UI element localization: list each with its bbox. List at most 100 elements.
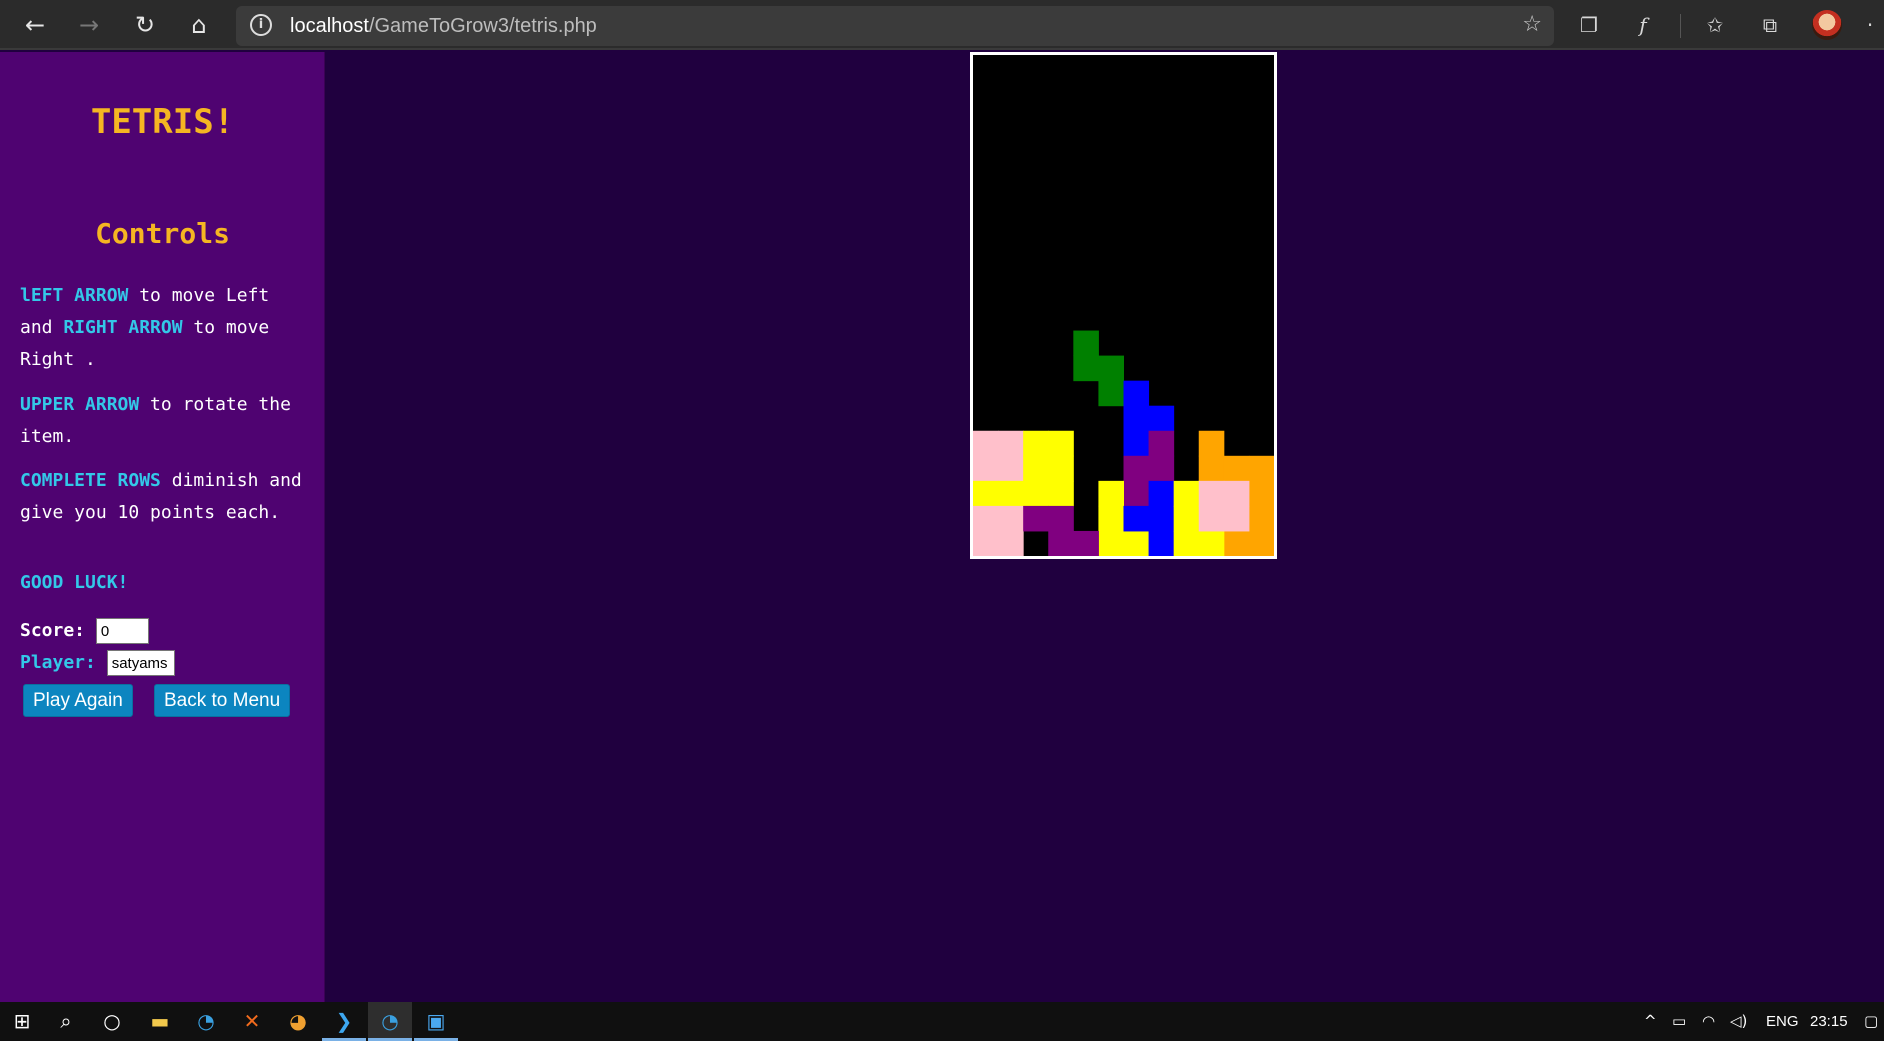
board-cell-yellow [1098, 480, 1124, 507]
board-cell-pink [973, 530, 999, 556]
board-cell-blue [1148, 505, 1175, 532]
board-cell-green [1073, 330, 1099, 357]
url-text[interactable]: localhost/GameToGrow3/tetris.php [290, 15, 597, 38]
board-cell-orange [1223, 455, 1250, 482]
board-grid [973, 330, 1274, 556]
board-cell-pink [998, 530, 1024, 556]
refresh-icon[interactable]: ↻ [128, 8, 162, 42]
instruction-key: COMPLETE ROWS [20, 470, 161, 491]
board-cell-yellow [1173, 530, 1200, 556]
edge-dev-icon[interactable]: ◔ [368, 1002, 412, 1041]
collections-icon[interactable]: ⧉ [1755, 10, 1785, 40]
edge-icon[interactable]: ◔ [184, 1002, 228, 1041]
board-cell-purple [1073, 530, 1099, 556]
board-cell-purple [1148, 430, 1175, 457]
board-cell-yellow [1198, 530, 1225, 556]
language-indicator[interactable]: ENG [1766, 1002, 1799, 1041]
board-cell-blue [1148, 530, 1175, 556]
clock[interactable]: 23:15 [1810, 1002, 1848, 1041]
cortana-icon[interactable]: ○ [90, 1002, 134, 1041]
url-path: /GameToGrow3/tetris.php [368, 15, 597, 37]
windows-start-icon[interactable]: ⊞ [0, 1002, 44, 1041]
instruction-move: lEFT ARROW to move Left and RIGHT ARROW … [20, 280, 310, 376]
controls-heading: Controls [95, 217, 230, 250]
address-bar[interactable]: i localhost/GameToGrow3/tetris.php ☆ [236, 6, 1554, 46]
more-icon[interactable]: · [1860, 10, 1880, 40]
vscode-icon[interactable]: ❯ [322, 1002, 366, 1041]
sidebar: TETRIS! Controls lEFT ARROW to move Left… [0, 52, 325, 1002]
board-cell-pink [998, 505, 1024, 532]
board-cell-pink [1198, 505, 1225, 532]
board-cell-orange [1248, 480, 1274, 507]
board-cell-pink [1198, 480, 1225, 507]
score-input[interactable] [95, 618, 149, 644]
board-cell-purple [1023, 505, 1049, 532]
board-cell-purple [1123, 480, 1150, 507]
photos-icon[interactable]: ▣ [414, 1002, 458, 1041]
board-cell-yellow [1023, 480, 1049, 507]
toolbar-separator [1680, 14, 1681, 38]
extension-icon[interactable]: ❐ [1574, 10, 1604, 40]
instruction-rotate: UPPER ARROW to rotate the item. [20, 389, 310, 453]
board-cell-green [1073, 355, 1099, 382]
instruction-rows: COMPLETE ROWS diminish and give you 10 p… [20, 465, 310, 529]
home-icon[interactable]: ⌂ [182, 8, 216, 42]
favorites-icon[interactable]: ✩ [1700, 10, 1730, 40]
board-cell-blue [1148, 405, 1175, 432]
board-cell-blue [1123, 380, 1150, 407]
board-cell-yellow [1098, 505, 1124, 532]
url-host: localhost [290, 15, 369, 37]
board-cell-yellow [1048, 455, 1074, 482]
info-icon[interactable]: i [250, 14, 272, 36]
board-cell-orange [1248, 505, 1274, 532]
board-cell-pink [1223, 480, 1250, 507]
play-again-button[interactable]: Play Again [23, 684, 133, 717]
tetris-board[interactable] [970, 52, 1277, 559]
board-cell-yellow [1123, 530, 1150, 556]
board-cell-orange [1248, 530, 1274, 556]
board-cell-orange [1198, 430, 1225, 457]
forward-arrow-icon[interactable]: → [72, 8, 106, 42]
profile-avatar[interactable] [1812, 10, 1842, 40]
player-input[interactable] [106, 650, 175, 676]
board-cell-blue [1123, 430, 1150, 457]
battery-icon[interactable]: ▭ [1672, 1002, 1686, 1041]
board-cell-pink [973, 430, 999, 457]
browser-toolbar: ← → ↻ ⌂ i localhost/GameToGrow3/tetris.p… [0, 0, 1884, 50]
file-explorer-icon[interactable]: ▬ [138, 1002, 182, 1041]
board-cell-yellow [973, 480, 999, 507]
font-extension-icon[interactable]: f [1628, 10, 1658, 40]
board-cell-green [1098, 355, 1124, 382]
wifi-icon[interactable]: ◠ [1702, 1002, 1715, 1041]
star-icon[interactable]: ☆ [1522, 12, 1542, 37]
back-arrow-icon[interactable]: ← [18, 8, 52, 42]
board-cell-orange [1223, 530, 1250, 556]
xampp-icon[interactable]: ✕ [230, 1002, 274, 1041]
board-cell-blue [1123, 505, 1150, 532]
instruction-key: RIGHT ARROW [63, 317, 183, 338]
notification-icon[interactable]: ▢ [1864, 1002, 1878, 1041]
board-cell-purple [1123, 455, 1150, 482]
tray-chevron-icon[interactable]: ^ [1644, 1002, 1657, 1041]
board-cell-pink [973, 505, 999, 532]
board-cell-yellow [1098, 530, 1124, 556]
board-cell-yellow [1048, 480, 1074, 507]
board-cell-blue [1123, 405, 1150, 432]
game-title: TETRIS! [90, 102, 235, 142]
volume-icon[interactable]: ◁) [1730, 1002, 1747, 1041]
board-cell-orange [1198, 455, 1225, 482]
board-cell-pink [1223, 505, 1250, 532]
search-icon[interactable]: ⌕ [44, 1002, 88, 1041]
score-row: Score: [20, 618, 149, 644]
score-label: Score: [20, 620, 86, 641]
board-cell-purple [1048, 505, 1074, 532]
board-cell-green [1098, 380, 1124, 407]
board-cell-purple [1148, 455, 1175, 482]
chrome-canary-icon[interactable]: ◕ [276, 1002, 320, 1041]
taskbar: ⊞ ⌕ ○ ▬ ◔ ✕ ◕ ❯ ◔ ▣ ^ ▭ ◠ ◁) ENG 23:15 ▢ [0, 1002, 1884, 1041]
board-cell-orange [1248, 455, 1274, 482]
player-label: Player: [20, 652, 96, 673]
board-cell-blue [1148, 480, 1175, 507]
back-to-menu-button[interactable]: Back to Menu [154, 684, 291, 717]
instruction-key: lEFT ARROW [20, 285, 129, 306]
